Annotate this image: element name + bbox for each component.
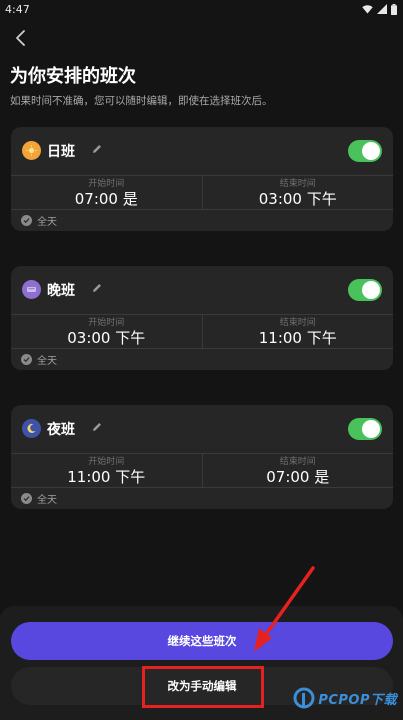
time-grid: 开始时间 11:00 下午 结束时间 07:00 是 [11, 453, 393, 488]
shift-card-day: 日班 开始时间 07:00 是 结束时间 03:00 下午 全天 [11, 127, 393, 231]
end-time-cell[interactable]: 结束时间 03:00 下午 [201, 176, 394, 209]
evening-icon [22, 280, 41, 299]
shift-toggle[interactable] [348, 140, 382, 162]
start-time-value: 11:00 下午 [67, 468, 146, 486]
start-time-cell[interactable]: 开始时间 07:00 是 [11, 176, 202, 209]
annotation-highlight-box [142, 666, 264, 708]
battery-icon [391, 3, 397, 15]
end-time-value: 03:00 下午 [258, 190, 337, 208]
status-time: 4:47 [5, 2, 30, 16]
status-bar: 4:47 [0, 0, 403, 18]
all-day-label: 全天 [37, 495, 57, 506]
watermark: PCPOP下载 [293, 687, 397, 709]
status-icons [362, 3, 397, 15]
sun-icon [22, 141, 41, 160]
shift-card-header: 晚班 [11, 266, 393, 314]
moon-icon [22, 419, 41, 438]
shift-toggle[interactable] [348, 279, 382, 301]
toggle-knob [362, 281, 380, 299]
check-circle-icon [21, 354, 32, 365]
all-day-label: 全天 [37, 217, 57, 228]
time-grid: 开始时间 07:00 是 结束时间 03:00 下午 [11, 175, 393, 210]
shift-name: 夜班 [47, 422, 75, 438]
pcpop-logo-icon [293, 687, 315, 709]
all-day-row[interactable]: 全天 [21, 352, 57, 367]
all-day-row[interactable]: 全天 [21, 213, 57, 228]
start-time-value: 07:00 是 [74, 190, 138, 208]
end-time-cell[interactable]: 结束时间 11:00 下午 [201, 315, 394, 348]
start-time-value: 03:00 下午 [67, 329, 146, 347]
toggle-knob [362, 420, 380, 438]
page-subtitle: 如果时间不准确，您可以随时编辑，即使在选择班次后。 [10, 95, 273, 107]
time-grid: 开始时间 03:00 下午 结束时间 11:00 下午 [11, 314, 393, 349]
continue-shifts-button[interactable]: 继续这些班次 [11, 622, 393, 660]
shift-card-night: 夜班 开始时间 11:00 下午 结束时间 07:00 是 全天 [11, 405, 393, 509]
shift-toggle[interactable] [348, 418, 382, 440]
back-chevron-icon[interactable] [10, 27, 32, 49]
wifi-icon [362, 5, 373, 14]
edit-pencil-icon[interactable] [91, 282, 103, 294]
shift-card-header: 日班 [11, 127, 393, 175]
start-time-cell[interactable]: 开始时间 11:00 下午 [11, 454, 202, 487]
shift-name: 日班 [47, 144, 75, 160]
screen: 4:47 为你安排的班次 如果时间不准确，您可以随时编辑，即使在选择班次后。 日… [0, 0, 403, 720]
all-day-label: 全天 [37, 356, 57, 367]
end-time-value: 11:00 下午 [258, 329, 337, 347]
signal-icon [377, 4, 387, 14]
start-time-label: 开始时间 [88, 179, 125, 189]
start-time-cell[interactable]: 开始时间 03:00 下午 [11, 315, 202, 348]
watermark-text: PCPOP下载 [318, 692, 397, 708]
shift-card-evening: 晚班 开始时间 03:00 下午 结束时间 11:00 下午 全天 [11, 266, 393, 370]
edit-pencil-icon[interactable] [91, 421, 103, 433]
page-title: 为你安排的班次 [10, 66, 136, 87]
edit-pencil-icon[interactable] [91, 143, 103, 155]
end-time-cell[interactable]: 结束时间 07:00 是 [201, 454, 394, 487]
check-circle-icon [21, 493, 32, 504]
all-day-row[interactable]: 全天 [21, 491, 57, 506]
end-time-label: 结束时间 [279, 179, 316, 189]
end-time-label: 结束时间 [279, 318, 316, 328]
toggle-knob [362, 142, 380, 160]
end-time-label: 结束时间 [279, 457, 316, 467]
end-time-value: 07:00 是 [266, 468, 330, 486]
check-circle-icon [21, 215, 32, 226]
shift-name: 晚班 [47, 283, 75, 299]
start-time-label: 开始时间 [88, 318, 125, 328]
start-time-label: 开始时间 [88, 457, 125, 467]
shift-card-header: 夜班 [11, 405, 393, 453]
